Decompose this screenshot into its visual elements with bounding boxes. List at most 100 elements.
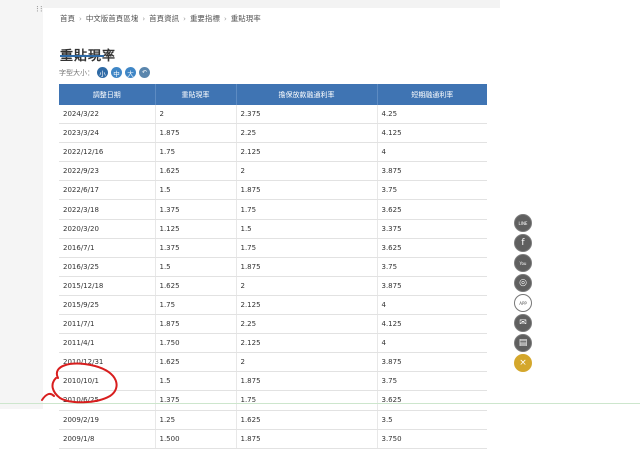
table-row: 2024/3/22 2 2.375 4.25 <box>59 105 487 125</box>
cell-short-term-rate: 3.375 <box>377 219 487 239</box>
chevron-right-icon: › <box>79 14 82 23</box>
cell-date: 2023/3/24 <box>59 123 156 144</box>
mail-icon[interactable]: ✉ <box>514 314 532 332</box>
cell-short-term-rate: 4 <box>377 142 487 163</box>
header-discount-rate: 重貼現率 <box>155 84 237 105</box>
close-icon[interactable]: × <box>514 354 532 372</box>
font-large-button[interactable]: 大 <box>125 67 136 78</box>
rates-table: 調整日期 重貼現率 擔保放款融通利率 短期融通利率 2024/3/22 2 2.37… <box>59 84 487 449</box>
cell-date: 2010/6/25 <box>59 390 156 411</box>
cell-discount-rate: 1.625 <box>155 276 237 296</box>
instagram-icon-glyph: ◎ <box>519 278 527 288</box>
facebook-icon[interactable]: f <box>514 234 532 252</box>
font-small-button[interactable]: 小 <box>97 67 108 78</box>
close-icon-glyph: × <box>519 358 527 368</box>
cell-secured-rate: 2.375 <box>236 105 378 125</box>
cell-secured-rate: 1.875 <box>236 429 378 449</box>
facebook-icon-glyph: f <box>521 238 525 248</box>
table-row: 2015/9/25 1.75 2.125 4 <box>59 295 487 316</box>
cell-date: 2010/10/1 <box>59 371 156 392</box>
header-adjust-date: 調整日期 <box>59 84 156 105</box>
cell-secured-rate: 1.875 <box>236 180 378 201</box>
breadcrumb-item-indicators[interactable]: 重要指標 <box>190 13 220 24</box>
table-body: 2024/3/22 2 2.375 4.25 2023/3/24 1.875 2.25 4.1… <box>59 105 487 449</box>
breadcrumb-item-current: 重貼現率 <box>230 14 261 23</box>
font-medium-button[interactable]: 中 <box>111 67 122 78</box>
breadcrumb-item-home-info[interactable]: 首頁資訊 <box>149 13 179 24</box>
cell-discount-rate: 1.375 <box>155 199 237 220</box>
cell-discount-rate: 1.875 <box>155 314 237 335</box>
breadcrumb: 首頁 › 中文版首頁區塊 › 首頁資訊 › 重要指標 › 重貼現率 <box>60 13 261 24</box>
cell-secured-rate: 2.25 <box>236 123 378 144</box>
chevron-right-icon: › <box>183 14 186 23</box>
table-row: 2022/12/16 1.75 2.125 4 <box>59 142 487 163</box>
cell-short-term-rate: 4.25 <box>377 105 487 125</box>
cell-discount-rate: 1.5 <box>155 257 237 277</box>
cell-date: 2010/12/31 <box>59 352 156 373</box>
table-row: 2022/9/23 1.625 2 3.875 <box>59 161 487 182</box>
table-row: 2011/4/1 1.750 2.125 4 <box>59 333 487 354</box>
mail-icon-glyph: ✉ <box>519 318 527 328</box>
menu-icon[interactable]: ⁝⁝ <box>36 5 44 15</box>
cell-secured-rate: 1.75 <box>236 390 378 411</box>
cell-discount-rate: 1.625 <box>155 161 237 182</box>
header-short-term-rate: 短期融通利率 <box>377 84 487 105</box>
social-sidebar: LINE f You ◎ APP ✉ ▤ × <box>513 214 533 372</box>
table-row: 2016/3/25 1.5 1.875 3.75 <box>59 257 487 277</box>
cell-short-term-rate: 3.625 <box>377 390 487 411</box>
table-row: 2010/6/25 1.375 1.75 3.625 <box>59 390 487 411</box>
cell-date: 2015/9/25 <box>59 295 156 316</box>
cell-secured-rate: 1.625 <box>236 410 378 430</box>
cell-secured-rate: 1.875 <box>236 371 378 392</box>
youtube-icon-glyph: You <box>519 260 527 266</box>
breadcrumb-item-home[interactable]: 首頁 <box>60 13 75 24</box>
left-gutter <box>0 0 43 409</box>
table-row: 2023/3/24 1.875 2.25 4.125 <box>59 123 487 144</box>
cell-secured-rate: 1.75 <box>236 199 378 220</box>
title-underline <box>60 55 104 57</box>
cell-date: 2022/12/16 <box>59 142 156 163</box>
cell-short-term-rate: 3.875 <box>377 276 487 296</box>
cell-discount-rate: 1.375 <box>155 390 237 411</box>
line-icon[interactable]: LINE <box>514 214 532 232</box>
table-row: 2010/12/31 1.625 2 3.875 <box>59 352 487 373</box>
app-icon[interactable]: APP <box>514 294 532 312</box>
cell-secured-rate: 2.125 <box>236 142 378 163</box>
youtube-icon[interactable]: You <box>514 254 532 272</box>
cell-discount-rate: 1.750 <box>155 333 237 354</box>
table-row: 2016/7/1 1.375 1.75 3.625 <box>59 238 487 258</box>
cell-secured-rate: 2 <box>236 352 378 373</box>
table-header-row: 調整日期 重貼現率 擔保放款融通利率 短期融通利率 <box>59 84 487 105</box>
cell-secured-rate: 2.125 <box>236 333 378 354</box>
cell-date: 2009/2/19 <box>59 410 156 430</box>
cell-short-term-rate: 3.75 <box>377 180 487 201</box>
document-icon-glyph: ▤ <box>518 338 528 348</box>
cell-short-term-rate: 3.75 <box>377 371 487 392</box>
cell-discount-rate: 1.375 <box>155 238 237 258</box>
cell-discount-rate: 1.5 <box>155 180 237 201</box>
cell-date: 2016/7/1 <box>59 238 156 258</box>
font-reset-button[interactable]: ↶ <box>139 67 150 78</box>
cell-short-term-rate: 4.125 <box>377 314 487 335</box>
cell-secured-rate: 2 <box>236 276 378 296</box>
line-icon-glyph: LINE <box>518 220 528 226</box>
cell-short-term-rate: 3.75 <box>377 257 487 277</box>
cell-secured-rate: 1.875 <box>236 257 378 277</box>
cell-date: 2022/3/18 <box>59 199 156 220</box>
cell-short-term-rate: 3.750 <box>377 429 487 449</box>
cell-date: 2022/9/23 <box>59 161 156 182</box>
table-row: 2010/10/1 1.5 1.875 3.75 <box>59 371 487 392</box>
cell-short-term-rate: 3.875 <box>377 352 487 373</box>
cell-date: 2020/3/20 <box>59 219 156 239</box>
cell-short-term-rate: 4.125 <box>377 123 487 144</box>
cell-discount-rate: 1.5 <box>155 371 237 392</box>
document-icon[interactable]: ▤ <box>514 334 532 352</box>
instagram-icon[interactable]: ◎ <box>514 274 532 292</box>
cell-short-term-rate: 4 <box>377 333 487 354</box>
cell-short-term-rate: 3.875 <box>377 161 487 182</box>
cell-short-term-rate: 3.5 <box>377 410 487 430</box>
breadcrumb-item-chinese-home[interactable]: 中文版首頁區塊 <box>86 13 139 24</box>
font-size-controls: 字型大小： 小 中 大 ↶ <box>59 67 150 78</box>
cell-discount-rate: 1.875 <box>155 123 237 144</box>
table-row: 2009/1/8 1.500 1.875 3.750 <box>59 429 487 449</box>
